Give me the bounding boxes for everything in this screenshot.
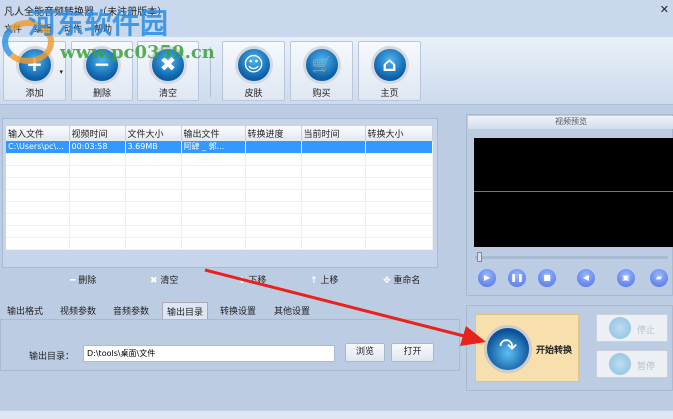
- skin-button[interactable]: ☺ 皮肤: [222, 41, 285, 101]
- folder-icon[interactable]: ▰: [650, 269, 668, 287]
- table-row[interactable]: C:\Users\pc\... 00:03:58 3.69MB 阿肆 _ 郭...: [6, 141, 433, 154]
- col-current-time[interactable]: 当前时间: [301, 126, 366, 141]
- seek-thumb[interactable]: [477, 252, 482, 262]
- rename-button[interactable]: ✥ 重命名: [383, 273, 420, 286]
- home-icon: ⌂: [370, 46, 409, 84]
- cell-time: 00:03:58: [69, 141, 126, 154]
- dropdown-arrow-icon[interactable]: ▾: [59, 68, 63, 76]
- col-progress[interactable]: 转换进度: [245, 126, 302, 141]
- volume-icon[interactable]: ◀: [577, 269, 595, 287]
- tab-video-params[interactable]: 视频参数: [56, 302, 100, 319]
- clear-label: 清空: [158, 89, 177, 99]
- file-table: 输入文件 视频时间 文件大小 输出文件 转换进度 当前时间 转换大小 C:\Us…: [6, 126, 433, 250]
- file-list-panel: 输入文件 视频时间 文件大小 输出文件 转换进度 当前时间 转换大小 C:\Us…: [2, 118, 438, 268]
- seek-slider[interactable]: [475, 256, 668, 259]
- status-bar: [0, 411, 673, 419]
- cell-input: C:\Users\pc\...: [6, 141, 70, 154]
- cell-progress: [245, 141, 302, 154]
- list-clear-button[interactable]: ✖ 清空: [150, 273, 178, 286]
- output-dir-panel: 输出目录： 浏览 打开: [0, 319, 460, 371]
- output-dir-input[interactable]: [83, 345, 335, 362]
- smiley-icon: ☺: [234, 46, 273, 84]
- stop-button[interactable]: 停止: [596, 314, 668, 342]
- move-down-button[interactable]: ↓ 下移: [238, 273, 266, 286]
- video-preview-panel: 视频预览 ▶ ❚❚ ■ ◀ ▣ ▰: [466, 114, 673, 296]
- col-converted-size[interactable]: 转换大小: [365, 126, 433, 141]
- cell-size: 3.69MB: [125, 141, 182, 154]
- cart-icon: 🛒: [302, 46, 341, 84]
- delete-label: 删除: [92, 89, 111, 99]
- browse-button[interactable]: 浏览: [345, 343, 385, 362]
- cell-output: 阿肆 _ 郭...: [181, 141, 246, 154]
- stop-icon[interactable]: ■: [538, 269, 556, 287]
- tab-audio-params[interactable]: 音频参数: [109, 302, 153, 319]
- convert-arrow-icon: ↷: [484, 325, 532, 373]
- tab-other-settings[interactable]: 其他设置: [270, 302, 314, 319]
- move-up-button[interactable]: ↑ 上移: [310, 273, 338, 286]
- col-file-size[interactable]: 文件大小: [125, 126, 182, 141]
- video-screen: [474, 138, 673, 247]
- play-icon[interactable]: ▶: [478, 269, 496, 287]
- preview-title: 视频预览: [468, 116, 673, 129]
- add-label: 添加: [25, 89, 44, 99]
- buy-label: 购买: [312, 89, 331, 99]
- home-label: 主页: [380, 89, 399, 99]
- snapshot-icon[interactable]: ▣: [617, 269, 635, 287]
- pause-button[interactable]: 暂停: [596, 350, 668, 378]
- list-delete-button[interactable]: ━ 删除: [70, 273, 96, 286]
- open-button[interactable]: 打开: [391, 343, 434, 362]
- close-icon[interactable]: ✕: [660, 3, 669, 16]
- pause-icon: [609, 353, 631, 375]
- tab-convert-settings[interactable]: 转换设置: [216, 302, 260, 319]
- start-convert-label: 开始转换: [536, 346, 573, 356]
- cell-current: [301, 141, 366, 154]
- tab-output-format[interactable]: 输出格式: [3, 302, 47, 319]
- settings-tabs: 输出格式 视频参数 音频参数 输出目录 转换设置 其他设置: [0, 301, 460, 319]
- start-convert-button[interactable]: ↷ 开始转换: [475, 314, 579, 382]
- skin-label: 皮肤: [244, 89, 263, 99]
- tab-output-dir[interactable]: 输出目录: [162, 302, 209, 319]
- cell-converted: [365, 141, 433, 154]
- buy-button[interactable]: 🛒 购买: [290, 41, 353, 101]
- output-dir-label: 输出目录：: [29, 352, 75, 362]
- home-button[interactable]: ⌂ 主页: [358, 41, 421, 101]
- watermark-url: www.pc0359.cn: [60, 42, 215, 63]
- list-actions: ━ 删除 ✖ 清空 ↓ 下移 ↑ 上移 ✥ 重命名: [0, 273, 460, 291]
- watermark-name: 河东软件园: [28, 7, 169, 40]
- pause-icon[interactable]: ❚❚: [508, 269, 526, 287]
- stop-icon: [609, 317, 631, 339]
- col-video-time[interactable]: 视频时间: [69, 126, 126, 141]
- col-input-file[interactable]: 输入文件: [6, 126, 70, 141]
- col-output-file[interactable]: 输出文件: [181, 126, 246, 141]
